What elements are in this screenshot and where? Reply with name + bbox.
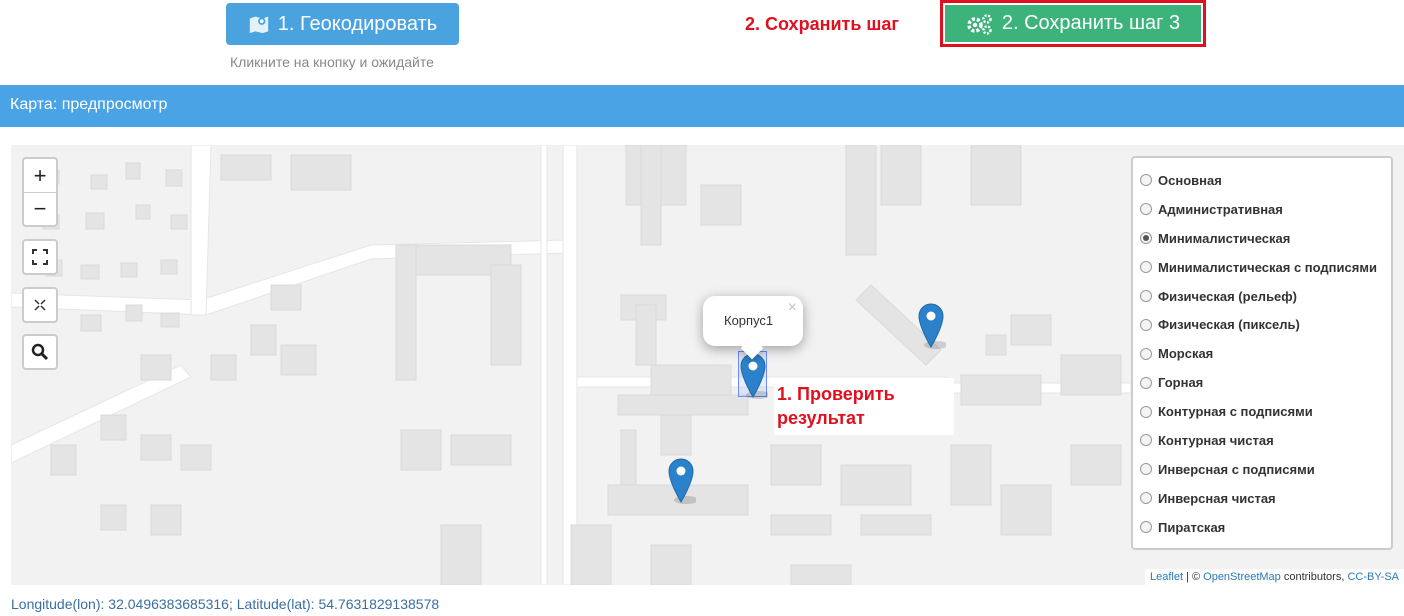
layer-option[interactable]: Контурная чистая [1140, 426, 1384, 455]
map-marker-icon [249, 16, 268, 34]
layer-option[interactable]: Минималистическая [1140, 224, 1384, 253]
layer-radio[interactable] [1140, 521, 1152, 534]
layer-label: Минималистическая с подписями [1158, 259, 1377, 275]
attribution-separator: | © [1183, 571, 1204, 583]
annotation-line2: результат [777, 408, 865, 428]
map-view[interactable]: + − Корпус1 × 1. Проверить результат Осн… [11, 145, 1404, 585]
geocode-button[interactable]: 1. Геокодировать [226, 3, 459, 45]
fullscreen-button[interactable] [22, 239, 58, 275]
save-step-button[interactable]: 2. Сохранить шаг 3 [945, 5, 1201, 42]
layer-option[interactable]: Административная [1140, 195, 1384, 224]
collapse-icon [34, 299, 46, 311]
layer-radio[interactable] [1140, 261, 1152, 274]
layer-radio[interactable] [1140, 318, 1152, 331]
step2-annotation: 2. Сохранить шаг [745, 14, 899, 34]
layer-radio[interactable] [1140, 203, 1152, 216]
layer-radio[interactable] [1140, 232, 1152, 245]
layer-label: Инверсная с подписями [1158, 461, 1315, 477]
layer-option[interactable]: Физическая (пиксель) [1140, 310, 1384, 339]
layer-option[interactable]: Основная [1140, 166, 1384, 195]
layer-label: Основная [1158, 172, 1222, 188]
save-label: 2. Сохранить шаг 3 [1001, 12, 1181, 34]
fullscreen-icon [32, 249, 48, 265]
layer-label: Физическая (рельеф) [1158, 288, 1297, 304]
popup-text: Корпус1 [724, 313, 774, 328]
map-marker[interactable] [666, 456, 696, 504]
layer-label: Административная [1158, 201, 1283, 217]
search-button[interactable] [22, 334, 58, 370]
layer-switcher: Основная Административная Минималистическа… [1131, 156, 1393, 550]
layer-option[interactable]: Морская [1140, 339, 1384, 368]
layer-label: Горная [1158, 375, 1204, 391]
gears-icon [967, 13, 992, 35]
layer-radio[interactable] [1140, 376, 1152, 389]
layer-option[interactable]: Инверсная с подписями [1140, 455, 1384, 484]
geocode-hint: Кликните на кнопку и ожидайте [230, 54, 434, 70]
map-attribution: Leaflet | © OpenStreetMap contributors, … [1144, 569, 1404, 585]
layer-radio[interactable] [1140, 434, 1152, 447]
check-result-annotation: 1. Проверить результат [774, 378, 954, 435]
popup-close-button[interactable]: × [788, 299, 797, 317]
layer-radio[interactable] [1140, 347, 1152, 360]
annotation-line1: 1. Проверить [777, 384, 895, 404]
zoom-out-button[interactable]: − [24, 192, 56, 225]
layer-label: Пиратская [1158, 519, 1226, 535]
leaflet-link[interactable]: Leaflet [1150, 571, 1183, 583]
layer-option[interactable]: Горная [1140, 368, 1384, 397]
toolbar: 1. Геокодировать Кликните на кнопку и ож… [0, 0, 1404, 85]
layer-label: Контурная чистая [1158, 432, 1274, 448]
layer-label: Морская [1158, 346, 1214, 362]
layer-option[interactable]: Пиратская [1140, 513, 1384, 542]
zoom-control: + − [22, 157, 58, 227]
layer-radio[interactable] [1140, 405, 1152, 418]
coordinates-readout: Longitude(lon): 32.0496383685316; Latitu… [11, 596, 440, 612]
attribution-contributors: contributors, [1280, 571, 1348, 583]
osm-link[interactable]: OpenStreetMap [1203, 571, 1281, 583]
layer-radio[interactable] [1140, 492, 1152, 505]
search-icon [31, 343, 49, 361]
layer-label: Минималистическая [1158, 230, 1291, 246]
layer-option[interactable]: Физическая (рельеф) [1140, 282, 1384, 311]
layer-option[interactable]: Контурная с подписями [1140, 397, 1384, 426]
layer-label: Контурная с подписями [1158, 404, 1313, 420]
layer-radio[interactable] [1140, 463, 1152, 476]
zoom-in-button[interactable]: + [24, 159, 56, 192]
panel-title: Карта: предпросмотр [0, 85, 1404, 127]
marker-popup: Корпус1 × [703, 296, 803, 360]
layer-label: Физическая (пиксель) [1158, 317, 1300, 333]
layer-radio[interactable] [1140, 174, 1152, 187]
locate-button[interactable] [22, 287, 58, 323]
layer-option[interactable]: Инверсная чистая [1140, 484, 1384, 513]
map-marker[interactable] [916, 301, 946, 349]
geocode-label: 1. Геокодировать [277, 12, 438, 35]
layer-label: Инверсная чистая [1158, 490, 1276, 506]
license-link[interactable]: CC-BY-SA [1347, 571, 1399, 583]
layer-radio[interactable] [1140, 290, 1152, 302]
save-button-highlight: 2. Сохранить шаг 3 [940, 0, 1206, 47]
layer-option[interactable]: Минималистическая с подписями [1140, 253, 1384, 282]
